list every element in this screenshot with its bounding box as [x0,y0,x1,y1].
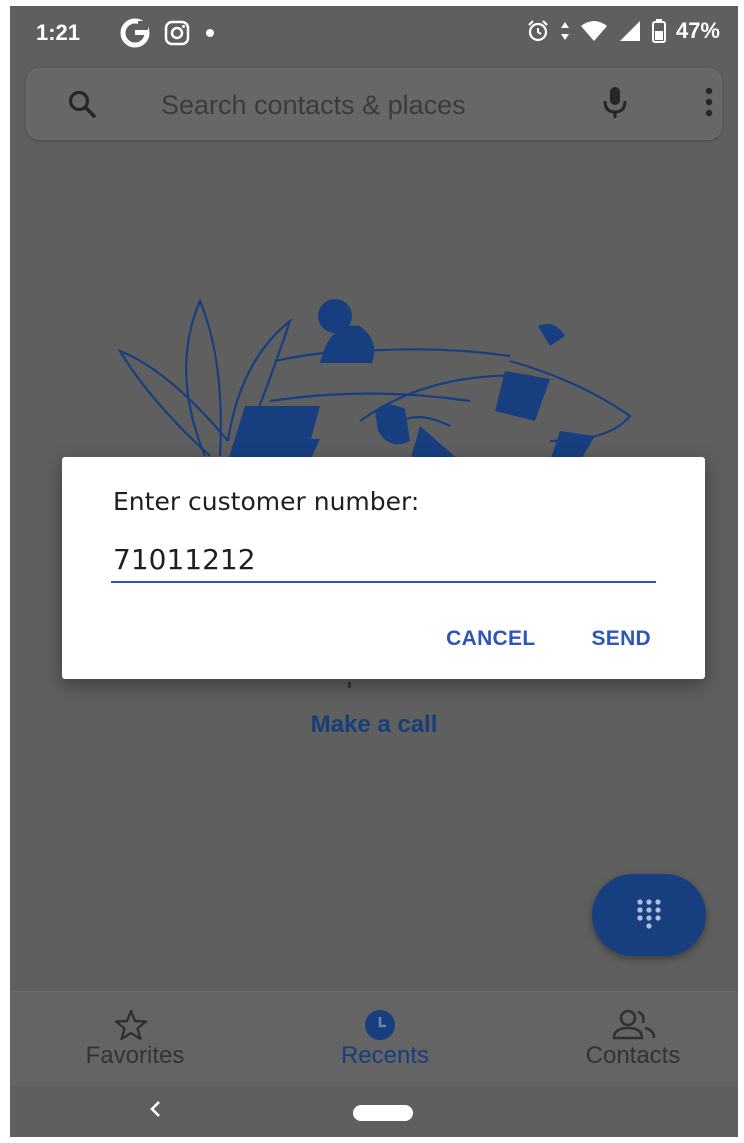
wifi-icon [580,21,607,41]
dialpad-button[interactable] [592,874,706,956]
search-bar[interactable] [26,68,722,140]
search-input[interactable] [159,87,583,123]
status-time: 1:21 [36,20,81,45]
bottom-navigation: Favorites Recents Contacts [10,991,738,1087]
customer-number-dialog: Enter customer number: CANCEL SEND [62,457,705,679]
alarm-icon [528,20,548,42]
nav-label-favorites: Favorites [85,1042,185,1069]
status-bar: 1:21 47% [10,6,738,58]
send-button[interactable]: SEND [591,627,651,651]
data-arrows-icon [560,22,569,40]
contacts-icon [612,1009,656,1040]
battery-icon [651,19,666,43]
signal-icon [619,21,640,41]
dialpad-icon [637,899,661,929]
microphone-icon[interactable] [602,85,628,121]
dot-icon [206,29,214,37]
g-app-icon [120,18,150,48]
notification-icons [120,18,216,48]
back-icon[interactable] [146,1094,164,1124]
instagram-icon [164,20,190,46]
nav-label-contacts: Contacts [585,1042,681,1069]
empty-recents-illustration [117,298,632,461]
nav-item-contacts[interactable]: Contacts [533,992,733,1087]
system-status-icons: 47% [526,18,720,44]
nav-item-recents[interactable]: Recents [285,992,485,1087]
nav-label-recents: Recents [340,1042,430,1069]
search-icon[interactable] [67,89,97,119]
more-options-icon[interactable] [705,87,713,117]
system-navigation-bar [10,1086,738,1137]
dialog-actions: CANCEL SEND [446,627,651,651]
customer-number-input[interactable] [111,537,656,583]
nav-item-favorites[interactable]: Favorites [35,992,235,1087]
clock-icon [365,1010,395,1040]
battery-percent: 47% [675,18,720,43]
empty-state-text-fragment [348,682,351,688]
home-pill[interactable] [353,1105,413,1121]
star-icon [114,1009,148,1041]
make-a-call-link[interactable]: Make a call [10,711,738,739]
dialog-title: Enter customer number: [113,487,420,516]
cancel-button[interactable]: CANCEL [446,627,535,651]
